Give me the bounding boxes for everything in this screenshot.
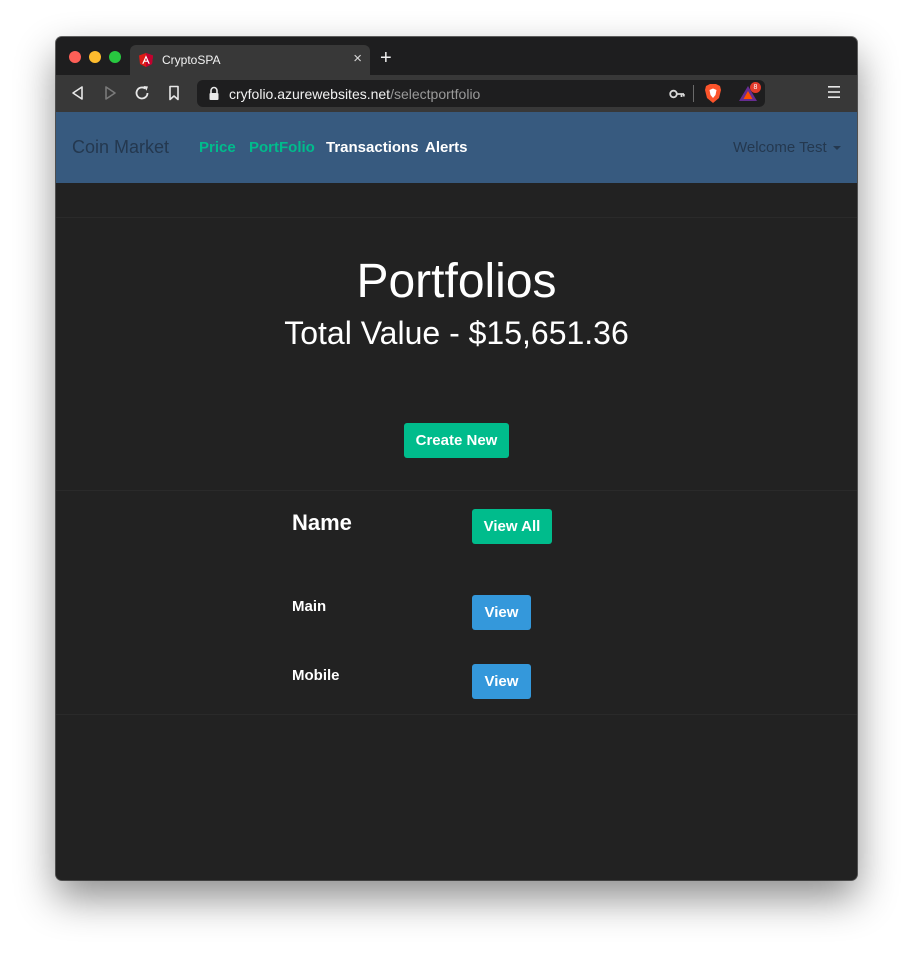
forward-icon[interactable] bbox=[100, 83, 120, 103]
maximize-window-button[interactable] bbox=[109, 51, 121, 63]
view-all-button[interactable]: View All bbox=[472, 509, 552, 544]
total-value: Total Value - $15,651.36 bbox=[284, 315, 629, 351]
close-tab-icon[interactable]: × bbox=[353, 50, 362, 68]
chevron-down-icon bbox=[833, 146, 841, 150]
divider bbox=[56, 217, 857, 218]
page-title: Portfolios bbox=[356, 255, 557, 308]
minimize-window-button[interactable] bbox=[89, 51, 101, 63]
nav-link-transactions[interactable]: Transactions bbox=[326, 139, 419, 156]
browser-toolbar: cryfolio.azurewebsites.net/selectportfol… bbox=[56, 75, 857, 112]
hamburger-menu-icon[interactable] bbox=[828, 85, 840, 99]
create-new-button[interactable]: Create New bbox=[404, 423, 509, 458]
back-icon[interactable] bbox=[68, 83, 88, 103]
key-icon[interactable] bbox=[669, 87, 685, 101]
nav-link-alerts[interactable]: Alerts bbox=[425, 139, 468, 156]
new-tab-button[interactable]: + bbox=[380, 46, 392, 70]
nav-link-portfolio[interactable]: PortFolio bbox=[249, 139, 315, 156]
view-portfolio-button[interactable]: View bbox=[472, 595, 531, 630]
tab-strip: CryptoSPA × + bbox=[56, 37, 857, 75]
brand-link[interactable]: Coin Market bbox=[72, 137, 169, 158]
address-bar-divider bbox=[693, 85, 694, 102]
app-navbar: Coin Market Price PortFolio Transactions… bbox=[56, 112, 857, 183]
view-portfolio-button[interactable]: View bbox=[472, 664, 531, 699]
brave-shields-icon[interactable] bbox=[704, 83, 722, 104]
portfolio-name: Mobile bbox=[292, 667, 340, 684]
url-path: /selectportfolio bbox=[390, 86, 481, 102]
main-content: Portfolios Total Value - $15,651.36 Crea… bbox=[56, 183, 857, 880]
rewards-badge: 8 bbox=[750, 82, 761, 93]
bookmark-icon[interactable] bbox=[164, 83, 184, 103]
lock-icon bbox=[209, 86, 219, 100]
portfolio-name: Main bbox=[292, 598, 327, 615]
angular-icon bbox=[139, 53, 153, 67]
close-window-button[interactable] bbox=[69, 51, 81, 63]
reload-icon[interactable] bbox=[132, 83, 152, 103]
divider bbox=[56, 714, 857, 715]
url-host: cryfolio.azurewebsites.net bbox=[229, 86, 391, 102]
browser-tab[interactable]: CryptoSPA × bbox=[130, 45, 370, 75]
browser-window: CryptoSPA × + cryfolio.azurewebsites.net… bbox=[56, 37, 857, 880]
nav-link-price[interactable]: Price bbox=[199, 139, 236, 156]
user-menu-toggle[interactable]: Welcome Test bbox=[733, 139, 827, 156]
url-text: cryfolio.azurewebsites.net/selectportfol… bbox=[229, 86, 480, 102]
column-header-name: Name bbox=[292, 510, 352, 535]
address-bar[interactable]: cryfolio.azurewebsites.net/selectportfol… bbox=[197, 80, 765, 107]
divider bbox=[56, 490, 857, 491]
tab-title: CryptoSPA bbox=[162, 53, 221, 67]
